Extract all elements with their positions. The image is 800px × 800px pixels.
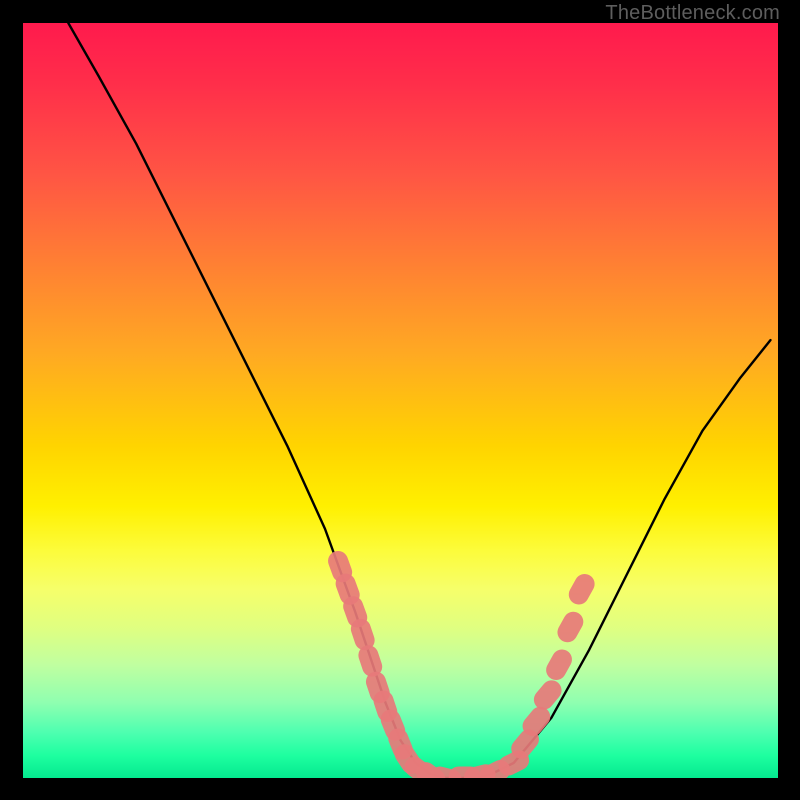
watermark-text: TheBottleneck.com: [605, 2, 780, 25]
main-curve: [68, 23, 770, 778]
plot-area: [23, 23, 778, 778]
chart-container: TheBottleneck.com: [0, 0, 800, 800]
chart-svg: [23, 23, 778, 778]
data-markers: [325, 548, 598, 778]
